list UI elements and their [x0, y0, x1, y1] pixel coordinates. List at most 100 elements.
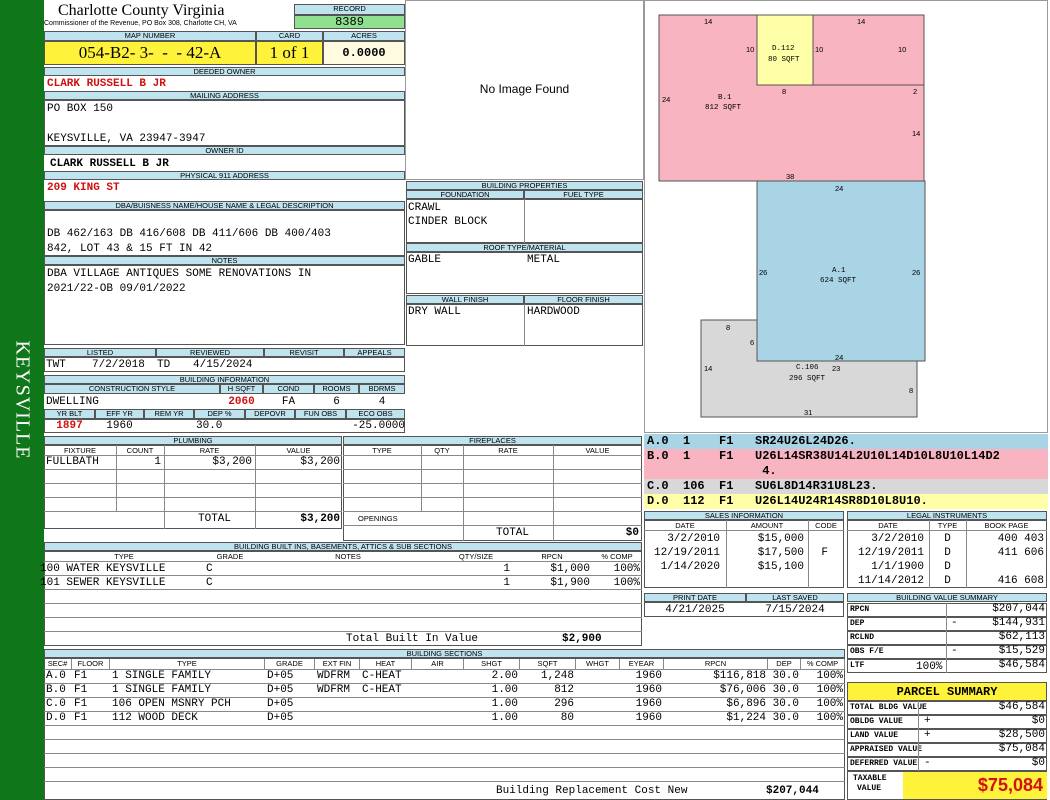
li-2-book: 411 606 [997, 547, 1044, 559]
sale-1-date: 3/2/2010 [667, 533, 720, 545]
sec-row-2-heat: C-HEAT [362, 684, 402, 696]
parcel-2-value: $0 [1031, 715, 1045, 727]
parcel-3-value: $28,500 [998, 729, 1045, 741]
li-4-book: 416 608 [997, 575, 1044, 587]
card-header: CARD [256, 31, 323, 41]
foundation-header: FOUNDATION [406, 190, 524, 199]
effyr-value: 1960 [106, 420, 133, 432]
a-label: A.1 [832, 267, 846, 275]
sec-row-2-grade: D+05 [267, 684, 294, 696]
dim-a-right: 26 [912, 268, 921, 277]
print-header: PRINT DATE [644, 593, 746, 602]
info-header: BUILDING INFORMATION [44, 375, 405, 384]
sec-h-eyear: EYEAR [620, 659, 664, 669]
fp-total: $0 [625, 527, 639, 539]
li-h-date: DATE [878, 521, 898, 530]
sec-row-4-type: 112 WOOD DECK [112, 712, 198, 724]
sec-row-1-comp: 100% [816, 670, 843, 682]
sec-row-3-comp: 100% [816, 698, 843, 710]
bi-row-1-grade: C [206, 563, 213, 575]
bi-row-1-type: 100 WATER KEYSVILLE [40, 563, 166, 575]
bvs-4-sign: - [951, 645, 958, 657]
listed-date: 7/2/2018 [92, 359, 145, 371]
notes-line-2: 2021/22-OB 09/01/2022 [47, 283, 186, 295]
dim-d-r: 10 [815, 45, 824, 54]
sec-row-1-sec: A.0 [46, 670, 66, 682]
print-date: 4/21/2025 [665, 604, 725, 616]
roof-box [406, 252, 643, 294]
sec-row-2-dep: 30.0 [772, 684, 799, 696]
bvs-1-key: RPCN [850, 605, 870, 614]
bi-h-qty: QTY/SIZE [458, 552, 494, 561]
sec-row-2-rpcn: $76,006 [719, 684, 766, 696]
rooms-header: ROOMS [314, 384, 359, 394]
bi-row-1-qty: 1 [503, 563, 510, 575]
sec-h-air: AIR [412, 659, 464, 669]
li-2-date: 12/19/2011 [857, 547, 924, 559]
taxable-value: $75,084 [903, 772, 1047, 799]
bi-row-2-rpcn: $1,900 [550, 577, 590, 589]
yrblt-header: YR BLT [44, 409, 95, 419]
sec-row-1-floor: F1 [74, 670, 88, 682]
sec-h-ext: EXT FIN [315, 659, 360, 669]
bvs-2-value: $144,931 [992, 617, 1045, 629]
sec-row-1-sqft: 1,248 [540, 670, 574, 682]
li-h-type: TYPE [937, 521, 958, 530]
props-header: BUILDING PROPERTIES [406, 181, 643, 190]
sale-1-amount: $15,000 [757, 533, 804, 545]
bi-h-rpcn: RPCN [541, 552, 563, 561]
sec-row-1-grade: D+05 [267, 670, 294, 682]
roof-material: METAL [527, 254, 561, 266]
bvs-5-value: $46,584 [998, 659, 1045, 671]
legal-line-1: DB 462/163 DB 416/608 DB 411/606 DB 400/… [47, 228, 331, 240]
listed-header: LISTED [44, 348, 156, 357]
map-header: MAP NUMBER [44, 31, 256, 41]
fp-h-type: TYPE [372, 446, 392, 455]
parcel-2-key: OBLDG VALUE [850, 717, 903, 726]
sec-row-4-floor: F1 [74, 712, 88, 724]
reviewed-header: REVIEWED [156, 348, 264, 357]
sketch-code-2: B.0 1 F1 U26L14SR38U14L2U10L14D10L8U10L1… [644, 449, 1048, 464]
mailing-header: MAILING ADDRESS [44, 91, 405, 100]
li-h-book: BOOK PAGE [984, 521, 1029, 530]
sec-row-2-type: 1 SINGLE FAMILY [112, 684, 212, 696]
reviewed-by: TD [157, 359, 171, 371]
sale-3-date: 1/14/2020 [660, 561, 720, 573]
sec-row-4-sec: D.0 [46, 712, 66, 724]
sec-row-4-shgt: 1.00 [491, 712, 518, 724]
sec-row-2-shgt: 1.00 [491, 684, 518, 696]
sec-h-whgt: WHGT [576, 659, 620, 669]
listed-by: TWT [46, 359, 66, 371]
sec-row-3-grade: D+05 [267, 698, 294, 710]
c-label: C.106 [796, 364, 819, 372]
li-2-type: D [944, 547, 951, 559]
sales-h-amount: AMOUNT [750, 521, 784, 530]
side-label: KEYSVILLE [11, 340, 34, 460]
bi-row-2-comp: 100% [613, 577, 640, 589]
deeded-owner: CLARK RUSSELL B JR [47, 78, 166, 90]
sec-row-3-sqft: 296 [554, 698, 574, 710]
effyr-header: EFF YR [95, 409, 144, 419]
dim-c-right: 8 [909, 386, 914, 395]
bvs-2-key: DEP [850, 619, 865, 628]
sale-2-date: 12/19/2011 [653, 547, 720, 559]
fp-h-rate: RATE [498, 446, 518, 455]
bvs-5-key: LTF [850, 661, 865, 670]
dim-b-right: 14 [912, 129, 921, 138]
sales-h-code: CODE [815, 521, 837, 530]
li-1-date: 3/2/2010 [871, 533, 924, 545]
sec-row-2-floor: F1 [74, 684, 88, 696]
sale-2-amount: $17,500 [757, 547, 804, 559]
dim-c-bot: 31 [804, 408, 813, 417]
wall-header: WALL FINISH [406, 295, 524, 304]
record-header: RECORD [294, 4, 405, 15]
wall-finish: DRY WALL [408, 306, 461, 318]
hsqft-header: H SQFT [220, 384, 263, 394]
bvs-3-value: $62,113 [998, 631, 1045, 643]
no-image-text: No Image Found [479, 82, 570, 96]
fireplaces-header: FIREPLACES [343, 436, 642, 445]
li-3-type: D [944, 561, 951, 573]
legal-line-2: 842, LOT 43 & 15 FT IN 42 [47, 243, 213, 255]
county-address: Commissioner of the Revenue, PO Box 308,… [44, 20, 237, 27]
plumbing-h-rate: RATE [199, 446, 220, 455]
